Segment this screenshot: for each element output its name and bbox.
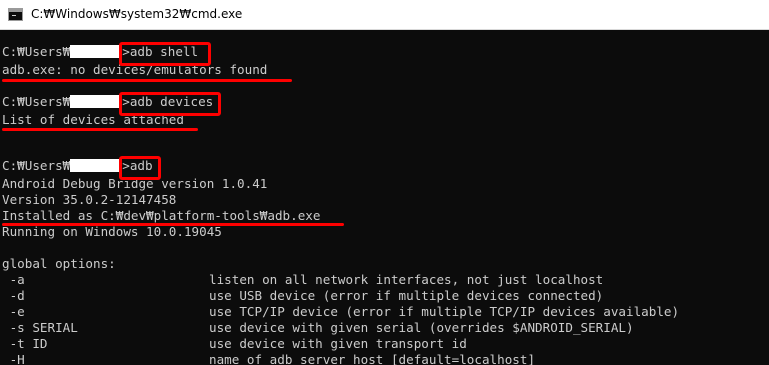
option-description: name of adb server host [default=localho… xyxy=(209,352,536,365)
option-description: use USB device (error if multiple device… xyxy=(209,288,604,303)
running-line: Running on Windows 10.0.19045 xyxy=(2,224,222,239)
highlight-underline-error xyxy=(2,79,292,82)
option-description: use device with given transport id xyxy=(209,336,467,351)
highlight-underline-devices xyxy=(2,128,198,131)
global-options-header: global options: xyxy=(2,256,116,271)
highlight-box-adb xyxy=(119,156,161,180)
highlight-underline-installed xyxy=(2,223,344,226)
option-flag: -s SERIAL xyxy=(2,320,78,335)
highlight-box-adb-devices xyxy=(119,92,221,116)
option-flag: -e xyxy=(2,304,25,319)
option-description: listen on all network interfaces, not ju… xyxy=(209,272,604,287)
option-description: use device with given serial (overrides … xyxy=(209,320,634,335)
option-description: use TCP/IP device (error if multiple TCP… xyxy=(209,304,680,319)
option-row: -d use USB device (error if multiple dev… xyxy=(2,288,769,304)
option-flag: -t ID xyxy=(2,336,48,351)
option-flag: -d xyxy=(2,288,25,303)
option-row: -a listen on all network interfaces, not… xyxy=(2,272,769,288)
terminal-icon xyxy=(8,8,23,21)
option-flag: -a xyxy=(2,272,25,287)
prompt-prefix: C:₩Users₩ xyxy=(2,44,71,59)
title-bar: C:₩Windows₩system32₩cmd.exe xyxy=(0,0,769,30)
option-row: -H name of adb server host [default=loca… xyxy=(2,352,769,365)
option-row: -e use TCP/IP device (error if multiple … xyxy=(2,304,769,320)
window-title: C:₩Windows₩system32₩cmd.exe xyxy=(31,7,243,21)
installed-line: Installed as C:₩dev₩platform-tools₩adb.e… xyxy=(2,208,321,223)
prompt-prefix: C:₩Users₩ xyxy=(2,158,71,173)
build-line: Version 35.0.2-12147458 xyxy=(2,192,177,207)
redacted-username xyxy=(70,45,123,58)
redacted-username xyxy=(70,159,123,172)
redacted-username xyxy=(70,95,123,108)
option-row: -s SERIAL use device with given serial (… xyxy=(2,320,769,336)
highlight-box-adb-shell xyxy=(119,42,211,66)
option-row: -t ID use device with given transport id xyxy=(2,336,769,352)
prompt-prefix: C:₩Users₩ xyxy=(2,94,71,109)
option-flag: -H xyxy=(2,352,25,365)
